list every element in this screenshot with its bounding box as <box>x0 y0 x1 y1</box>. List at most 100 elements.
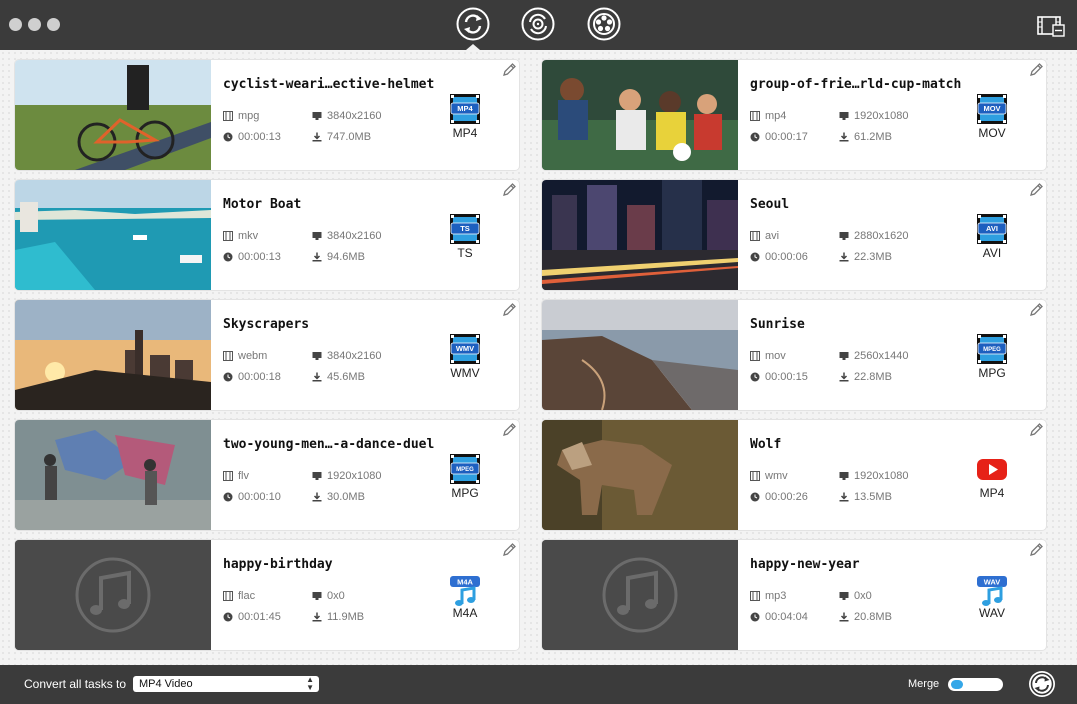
audio-thumbnail[interactable] <box>15 540 211 650</box>
resolution: 2560x1440 <box>839 350 908 362</box>
video-thumbnail[interactable] <box>542 60 738 170</box>
video-thumbnail[interactable] <box>15 300 211 410</box>
convert-all-button[interactable] <box>1028 670 1056 698</box>
container-value: avi <box>765 230 780 242</box>
audio-format-icon: WAV <box>977 576 1007 606</box>
video-thumbnail[interactable] <box>15 420 211 530</box>
svg-text:MP4: MP4 <box>457 104 473 113</box>
pencil-icon <box>503 423 516 436</box>
convert-tab-button[interactable] <box>456 7 490 41</box>
task-card[interactable]: Skyscrapers webm 3840x2160 00:00:18 45.6… <box>15 300 519 410</box>
edit-button[interactable] <box>501 422 517 438</box>
audio-thumbnail <box>542 540 738 650</box>
output-format-label: AVI <box>982 246 1002 260</box>
resolution-value: 1920x1080 <box>854 110 909 122</box>
download-icon <box>839 252 849 262</box>
resolution: 0x0 <box>839 590 872 602</box>
close-window-button[interactable] <box>9 18 22 31</box>
title-bar <box>0 0 1077 50</box>
video-thumbnail <box>542 420 738 530</box>
film-icon <box>750 591 760 601</box>
task-card[interactable]: happy-new-year mp3 0x0 00:04:04 20.8MB W… <box>542 540 1046 650</box>
output-format-label: MOV <box>978 126 1006 140</box>
edit-button[interactable] <box>501 182 517 198</box>
output-format-label: MPG <box>451 486 479 500</box>
video-downloader-tab-button[interactable] <box>587 7 621 41</box>
container-value: flv <box>238 470 249 482</box>
video-thumbnail[interactable] <box>542 180 738 290</box>
video-thumbnail[interactable] <box>15 60 211 170</box>
output-format-selector[interactable]: TS TS <box>445 212 485 260</box>
resolution: 2880x1620 <box>839 230 908 242</box>
pencil-icon <box>1030 303 1043 316</box>
file-size-value: 20.8MB <box>854 611 892 623</box>
download-icon <box>839 132 849 142</box>
output-format-label: WMV <box>450 366 480 380</box>
pencil-icon <box>503 183 516 196</box>
format-icon: WMV <box>448 332 482 366</box>
film-icon <box>750 231 760 241</box>
task-card[interactable]: cyclist-weari…ective-helmet mpg 3840x216… <box>15 60 519 170</box>
output-format-selector[interactable]: WMV WMV <box>445 332 485 380</box>
edit-button[interactable] <box>501 542 517 558</box>
task-card[interactable]: group-of-frie…rld-cup-match mp4 1920x108… <box>542 60 1046 170</box>
container-format: flac <box>223 590 255 602</box>
video-thumbnail[interactable] <box>542 420 738 530</box>
convert-all-icon <box>1029 671 1055 697</box>
resolution-value: 3840x2160 <box>327 110 382 122</box>
task-card[interactable]: Wolf wmv 1920x1080 00:00:26 13.5MB MP4 <box>542 420 1046 530</box>
film-icon <box>750 351 760 361</box>
task-card[interactable]: Motor Boat mkv 3840x2160 00:00:13 94.6MB… <box>15 180 519 290</box>
file-size-value: 22.8MB <box>854 371 892 383</box>
file-size: 747.0MB <box>312 131 371 143</box>
container-value: mkv <box>238 230 259 242</box>
task-card[interactable]: two-young-men…-a-dance-duel flv 1920x108… <box>15 420 519 530</box>
clock-icon <box>750 492 760 502</box>
edit-button[interactable] <box>501 62 517 78</box>
pencil-icon <box>1030 423 1043 436</box>
video-thumbnail[interactable] <box>542 300 738 410</box>
output-format-selector[interactable]: MP4 MP4 <box>445 92 485 140</box>
dvd-convert-tab-button[interactable] <box>521 7 555 41</box>
task-card[interactable]: Sunrise mov 2560x1440 00:00:15 22.8MB MP… <box>542 300 1046 410</box>
task-card[interactable]: Seoul avi 2880x1620 00:00:06 22.3MB AVI … <box>542 180 1046 290</box>
container-value: flac <box>238 590 256 602</box>
monitor-icon <box>312 471 322 481</box>
format-icon: MOV <box>975 92 1009 126</box>
duration-value: 00:00:18 <box>238 371 281 383</box>
output-format-selector[interactable]: MOV MOV <box>972 92 1012 140</box>
container-format: mp3 <box>750 590 786 602</box>
edit-button[interactable] <box>1028 62 1044 78</box>
merge-toggle[interactable] <box>948 678 1003 691</box>
zoom-window-button[interactable] <box>47 18 60 31</box>
resolution-value: 3840x2160 <box>327 350 382 362</box>
merge-label: Merge <box>908 678 940 690</box>
output-format-select[interactable]: MP4 Video ▲ ▼ <box>133 676 319 692</box>
minimize-window-button[interactable] <box>28 18 41 31</box>
edit-button[interactable] <box>1028 302 1044 318</box>
edit-button[interactable] <box>501 302 517 318</box>
video-thumbnail[interactable] <box>15 180 211 290</box>
download-icon <box>312 252 322 262</box>
output-format-label: MP4 <box>452 126 478 140</box>
media-library-button[interactable] <box>1036 14 1066 38</box>
edit-button[interactable] <box>1028 422 1044 438</box>
output-format-selector[interactable]: WAV WAV <box>972 572 1012 620</box>
edit-button[interactable] <box>1028 542 1044 558</box>
duration: 00:00:18 <box>223 371 281 383</box>
pencil-icon <box>503 303 516 316</box>
output-format-selector[interactable]: AVI AVI <box>972 212 1012 260</box>
output-format-selector[interactable]: M4A M4A <box>445 572 485 620</box>
task-card[interactable]: happy-birthday flac 0x0 00:01:45 11.9MB … <box>15 540 519 650</box>
video-format-icon: MP4 <box>450 94 480 124</box>
container-format: mpg <box>223 110 259 122</box>
output-format-selector[interactable]: MP4 <box>972 452 1012 500</box>
audio-thumbnail[interactable] <box>542 540 738 650</box>
edit-button[interactable] <box>1028 182 1044 198</box>
duration-value: 00:01:45 <box>238 611 281 623</box>
output-format-selector[interactable]: MPEG MPG <box>972 332 1012 380</box>
task-title: Skyscrapers <box>223 317 310 332</box>
output-format-selector[interactable]: MPEG MPG <box>445 452 485 500</box>
resolution-value: 0x0 <box>854 590 872 602</box>
video-format-icon: TS <box>450 214 480 244</box>
